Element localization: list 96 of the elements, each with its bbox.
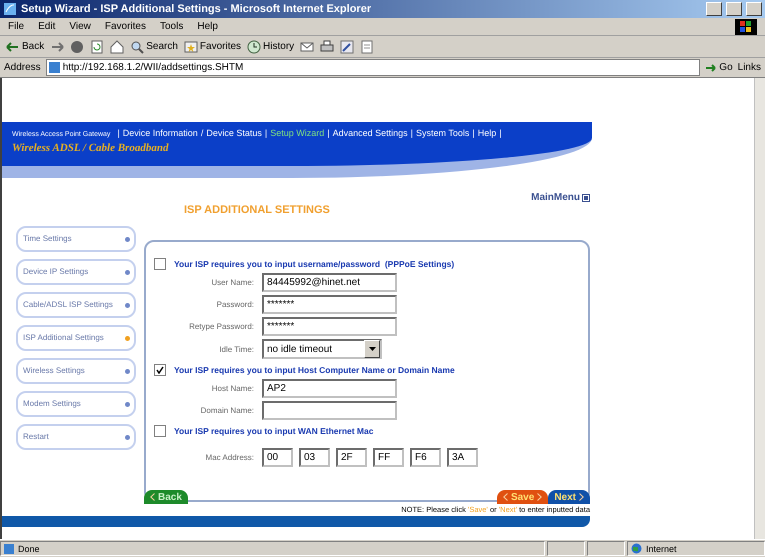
- sidebar-item[interactable]: Modem Settings: [16, 391, 136, 417]
- field-label: Idle Time:: [218, 344, 254, 354]
- square-icon: [582, 194, 590, 202]
- window-title: Setup Wizard - ISP Additional Settings - Microsoft Internet Explorer: [21, 3, 372, 15]
- document-icon[interactable]: [360, 40, 374, 54]
- mail-icon[interactable]: [300, 40, 314, 54]
- sidebar-item[interactable]: Wireless Settings: [16, 358, 136, 384]
- field-label: Host Name:: [210, 384, 254, 393]
- checkbox[interactable]: [154, 258, 166, 270]
- menu-item[interactable]: Help: [197, 21, 218, 32]
- page-icon: [48, 62, 60, 73]
- windows-logo-icon: [735, 18, 757, 34]
- main-menu-link[interactable]: MainMenu: [531, 192, 590, 203]
- checkbox[interactable]: [154, 364, 166, 376]
- address-label: Address: [4, 62, 41, 73]
- input-field[interactable]: AP2: [262, 379, 397, 398]
- dropdown-arrow-icon: [368, 347, 376, 351]
- separator: |: [264, 128, 268, 138]
- field-label: Retype Password:: [188, 322, 254, 331]
- chevron-left-icon: [502, 493, 508, 501]
- zone-indicator: Internet: [627, 541, 765, 556]
- status-text: Done: [0, 541, 545, 556]
- separator: |: [472, 128, 475, 138]
- input-field[interactable]: 3A: [447, 448, 478, 467]
- separator: |: [327, 128, 330, 138]
- field-label: User Name:: [210, 278, 254, 287]
- checkbox[interactable]: [154, 425, 166, 437]
- status-panel: [587, 541, 625, 556]
- close-button[interactable]: [746, 2, 762, 16]
- menu-item[interactable]: Tools: [160, 21, 184, 32]
- scrollbar[interactable]: [754, 78, 765, 539]
- field-label: Domain Name:: [200, 406, 254, 415]
- separator: /: [200, 128, 204, 138]
- input-field[interactable]: F6: [410, 448, 441, 467]
- nav-link[interactable]: System Tools: [416, 128, 470, 138]
- nav-link[interactable]: Device Status: [206, 128, 262, 138]
- input-field[interactable]: FF: [373, 448, 404, 467]
- input-field[interactable]: *******: [262, 295, 397, 314]
- chevron-right-icon: [579, 493, 584, 501]
- home-icon[interactable]: [110, 40, 124, 54]
- sidebar-item[interactable]: ISP Additional Settings: [16, 325, 136, 351]
- status-panel: [547, 541, 585, 556]
- input-field[interactable]: 00: [262, 448, 293, 467]
- separator: |: [410, 128, 413, 138]
- address-field[interactable]: http://192.168.1.2/WII/addsettings.SHTM: [46, 59, 700, 76]
- sidebar-item[interactable]: Restart: [16, 424, 136, 450]
- sidebar-item[interactable]: Time Settings: [16, 226, 136, 252]
- toolbar-button[interactable]: Favorites: [184, 40, 242, 54]
- go-button[interactable]: Go: [705, 62, 733, 74]
- nav-link[interactable]: Setup Wizard: [270, 128, 324, 138]
- printer-icon[interactable]: [320, 40, 334, 54]
- input-field[interactable]: 84445992@hinet.net: [262, 273, 397, 292]
- menu-item[interactable]: Favorites: [104, 21, 146, 32]
- section-label: Your ISP requires you to input Host Computer Name or Domain Name: [174, 365, 455, 375]
- menu-item[interactable]: View: [69, 21, 91, 32]
- input-field[interactable]: 03: [299, 448, 330, 467]
- field-label: Password:: [216, 300, 254, 309]
- clock-icon: [247, 40, 262, 54]
- page-icon: [4, 544, 14, 554]
- maximize-button[interactable]: [726, 2, 742, 16]
- refresh-icon[interactable]: [90, 40, 104, 54]
- menu-item[interactable]: Edit: [38, 21, 56, 32]
- edit-icon[interactable]: [340, 40, 354, 54]
- sidebar-item[interactable]: Cable/ADSL ISP Settings: [16, 292, 136, 318]
- nav-link[interactable]: Device Information: [122, 128, 198, 138]
- browser-icon: [3, 2, 17, 16]
- toolbar-button[interactable]: Back: [6, 40, 44, 54]
- separator: |: [117, 128, 120, 138]
- links-button[interactable]: Links: [738, 62, 761, 73]
- input-field[interactable]: *******: [262, 317, 397, 336]
- search-icon: [130, 40, 144, 54]
- next-button[interactable]: Next: [548, 490, 590, 504]
- nav-link[interactable]: Advanced Settings: [332, 128, 408, 138]
- dropdown[interactable]: no idle timeout: [262, 339, 382, 359]
- separator: |: [499, 128, 502, 138]
- forward-arrow-icon[interactable]: [50, 40, 64, 54]
- minimize-button[interactable]: [706, 2, 722, 16]
- section-label: Your ISP requires you to input username/password (PPPoE Settings): [174, 259, 454, 269]
- chevron-right-icon: [537, 493, 542, 501]
- arrow-icon: [705, 62, 718, 74]
- sidebar-item[interactable]: Device IP Settings: [16, 259, 136, 285]
- toolbar-button[interactable]: History: [247, 40, 294, 54]
- chevron-left-icon: [150, 493, 155, 501]
- brand-title: Wireless ADSL / Cable Broadband: [12, 142, 170, 154]
- field-label: Mac Address:: [204, 453, 254, 462]
- globe-icon: [631, 543, 642, 554]
- toolbar-button[interactable]: Search: [130, 40, 178, 54]
- menu-item[interactable]: File: [8, 21, 24, 32]
- page-title: ISP ADDITIONAL SETTINGS: [184, 204, 330, 216]
- back-button[interactable]: Back: [144, 490, 188, 504]
- stop-icon[interactable]: [70, 40, 84, 54]
- section-label: Your ISP requires you to input WAN Ethernet Mac: [174, 426, 374, 436]
- back-arrow-icon: [6, 40, 20, 54]
- input-field[interactable]: 2F: [336, 448, 367, 467]
- nav-link[interactable]: Help: [478, 128, 496, 138]
- input-field[interactable]: [262, 401, 397, 420]
